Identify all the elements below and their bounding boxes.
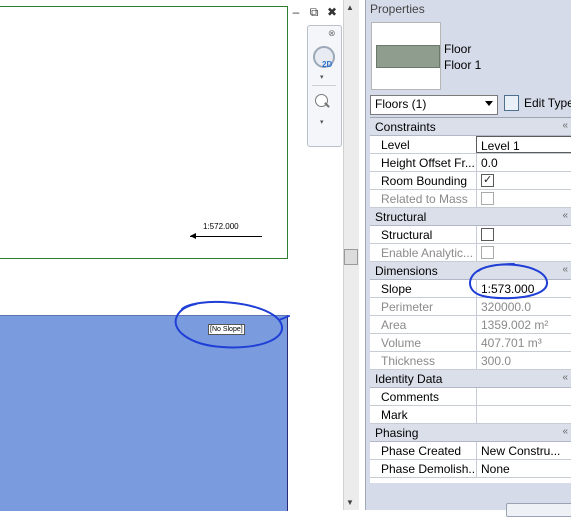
markup-circle-no-slope [174, 300, 290, 349]
markup-overlay [174, 263, 548, 349]
markup-circle-slope [469, 263, 548, 300]
